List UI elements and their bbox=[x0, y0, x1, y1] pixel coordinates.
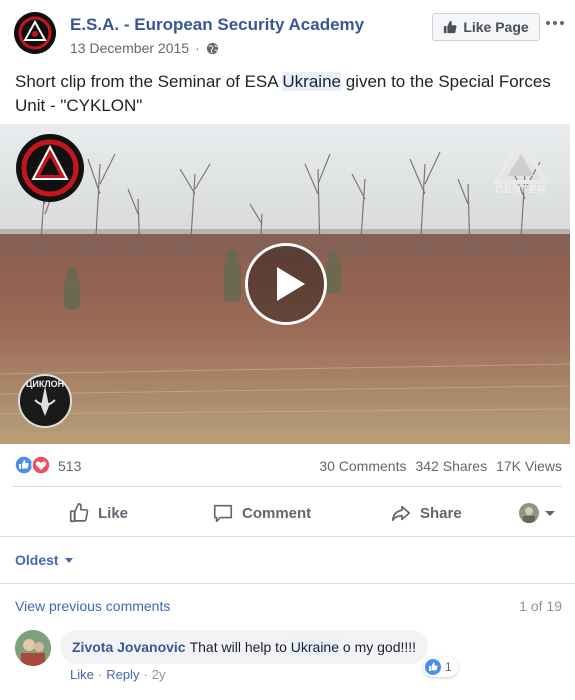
comment-timestamp[interactable]: 2y bbox=[152, 667, 166, 682]
globe-icon[interactable] bbox=[206, 42, 219, 55]
like-page-label: Like Page bbox=[463, 19, 529, 35]
sort-label: Oldest bbox=[15, 552, 59, 568]
like-reaction-icon bbox=[425, 659, 441, 675]
post-header: E.S.A. - European Security Academy 13 De… bbox=[0, 0, 575, 64]
comment-reply-link[interactable]: Reply bbox=[106, 667, 139, 682]
reaction-icons[interactable] bbox=[14, 455, 54, 475]
shares-count[interactable]: 342 Shares bbox=[415, 458, 487, 474]
post-stats: 513 30 Comments 342 Shares 17K Views bbox=[0, 452, 575, 480]
post-date[interactable]: 13 December 2015 bbox=[70, 40, 189, 56]
separator-dot: · bbox=[143, 667, 148, 682]
comment-icon bbox=[213, 504, 233, 523]
share-label: Share bbox=[420, 504, 462, 522]
post-actions: Like Comment Share bbox=[0, 490, 575, 536]
comment-actions: Like · Reply · 2y bbox=[70, 667, 166, 682]
center-logo: CENTER bbox=[492, 136, 550, 200]
comments-page-count: 1 of 19 bbox=[519, 598, 562, 614]
comment-like-link[interactable]: Like bbox=[70, 667, 94, 682]
cyklon-logo-text: ЦИКЛОН bbox=[25, 379, 65, 389]
post-meta: 13 December 2015 · bbox=[70, 40, 219, 56]
separator-dot: · bbox=[97, 667, 103, 682]
esa-logo bbox=[15, 133, 85, 203]
chevron-down-icon bbox=[545, 510, 555, 516]
thumbs-up-icon bbox=[444, 20, 457, 34]
like-label: Like bbox=[98, 504, 129, 522]
comment-button[interactable]: Comment bbox=[212, 490, 311, 536]
comment-reaction-count[interactable]: 1 bbox=[423, 657, 458, 677]
share-button[interactable]: Share bbox=[390, 490, 462, 536]
center-logo-text: CENTER bbox=[495, 184, 547, 196]
hashtag-highlight[interactable]: Ukraine bbox=[290, 639, 340, 655]
page-avatar[interactable] bbox=[14, 12, 56, 54]
divider bbox=[12, 486, 562, 487]
reaction-count[interactable]: 513 bbox=[58, 458, 81, 474]
comment-sort-dropdown[interactable]: Oldest bbox=[15, 552, 73, 568]
comments-count[interactable]: 30 Comments bbox=[319, 458, 406, 474]
more-options-icon[interactable] bbox=[546, 16, 566, 30]
viewer-avatar bbox=[519, 503, 539, 523]
play-icon[interactable] bbox=[245, 243, 327, 325]
comment-text: That will help to Ukraine o my god!!!! bbox=[189, 639, 417, 655]
commenter-avatar[interactable] bbox=[15, 630, 51, 666]
post-text: Short clip from the Seminar of ESA Ukrai… bbox=[15, 72, 551, 115]
chevron-down-icon bbox=[64, 557, 73, 563]
page-name-link[interactable]: E.S.A. - European Security Academy bbox=[70, 15, 364, 35]
separator-dot: · bbox=[195, 40, 200, 56]
divider bbox=[0, 536, 575, 537]
share-icon bbox=[391, 505, 411, 522]
thumbs-up-icon bbox=[69, 503, 89, 523]
views-count[interactable]: 17K Views bbox=[496, 458, 562, 474]
cyklon-logo: ЦИКЛОН bbox=[17, 370, 73, 432]
comment-label: Comment bbox=[242, 504, 312, 522]
like-button[interactable]: Like bbox=[68, 490, 128, 536]
divider bbox=[0, 583, 575, 584]
hashtag-highlight[interactable]: Ukraine bbox=[282, 72, 341, 91]
view-previous-comments-link[interactable]: View previous comments bbox=[15, 598, 170, 614]
like-page-button[interactable]: Like Page bbox=[432, 13, 540, 41]
viewer-selector[interactable] bbox=[519, 503, 555, 523]
comment-author-link[interactable]: Zivota Jovanovic bbox=[72, 639, 186, 655]
stats-summary: 30 Comments 342 Shares 17K Views bbox=[319, 458, 562, 474]
comment-reaction-number: 1 bbox=[445, 660, 452, 674]
comment-bubble: Zivota Jovanovic That will help to Ukrai… bbox=[60, 630, 429, 664]
